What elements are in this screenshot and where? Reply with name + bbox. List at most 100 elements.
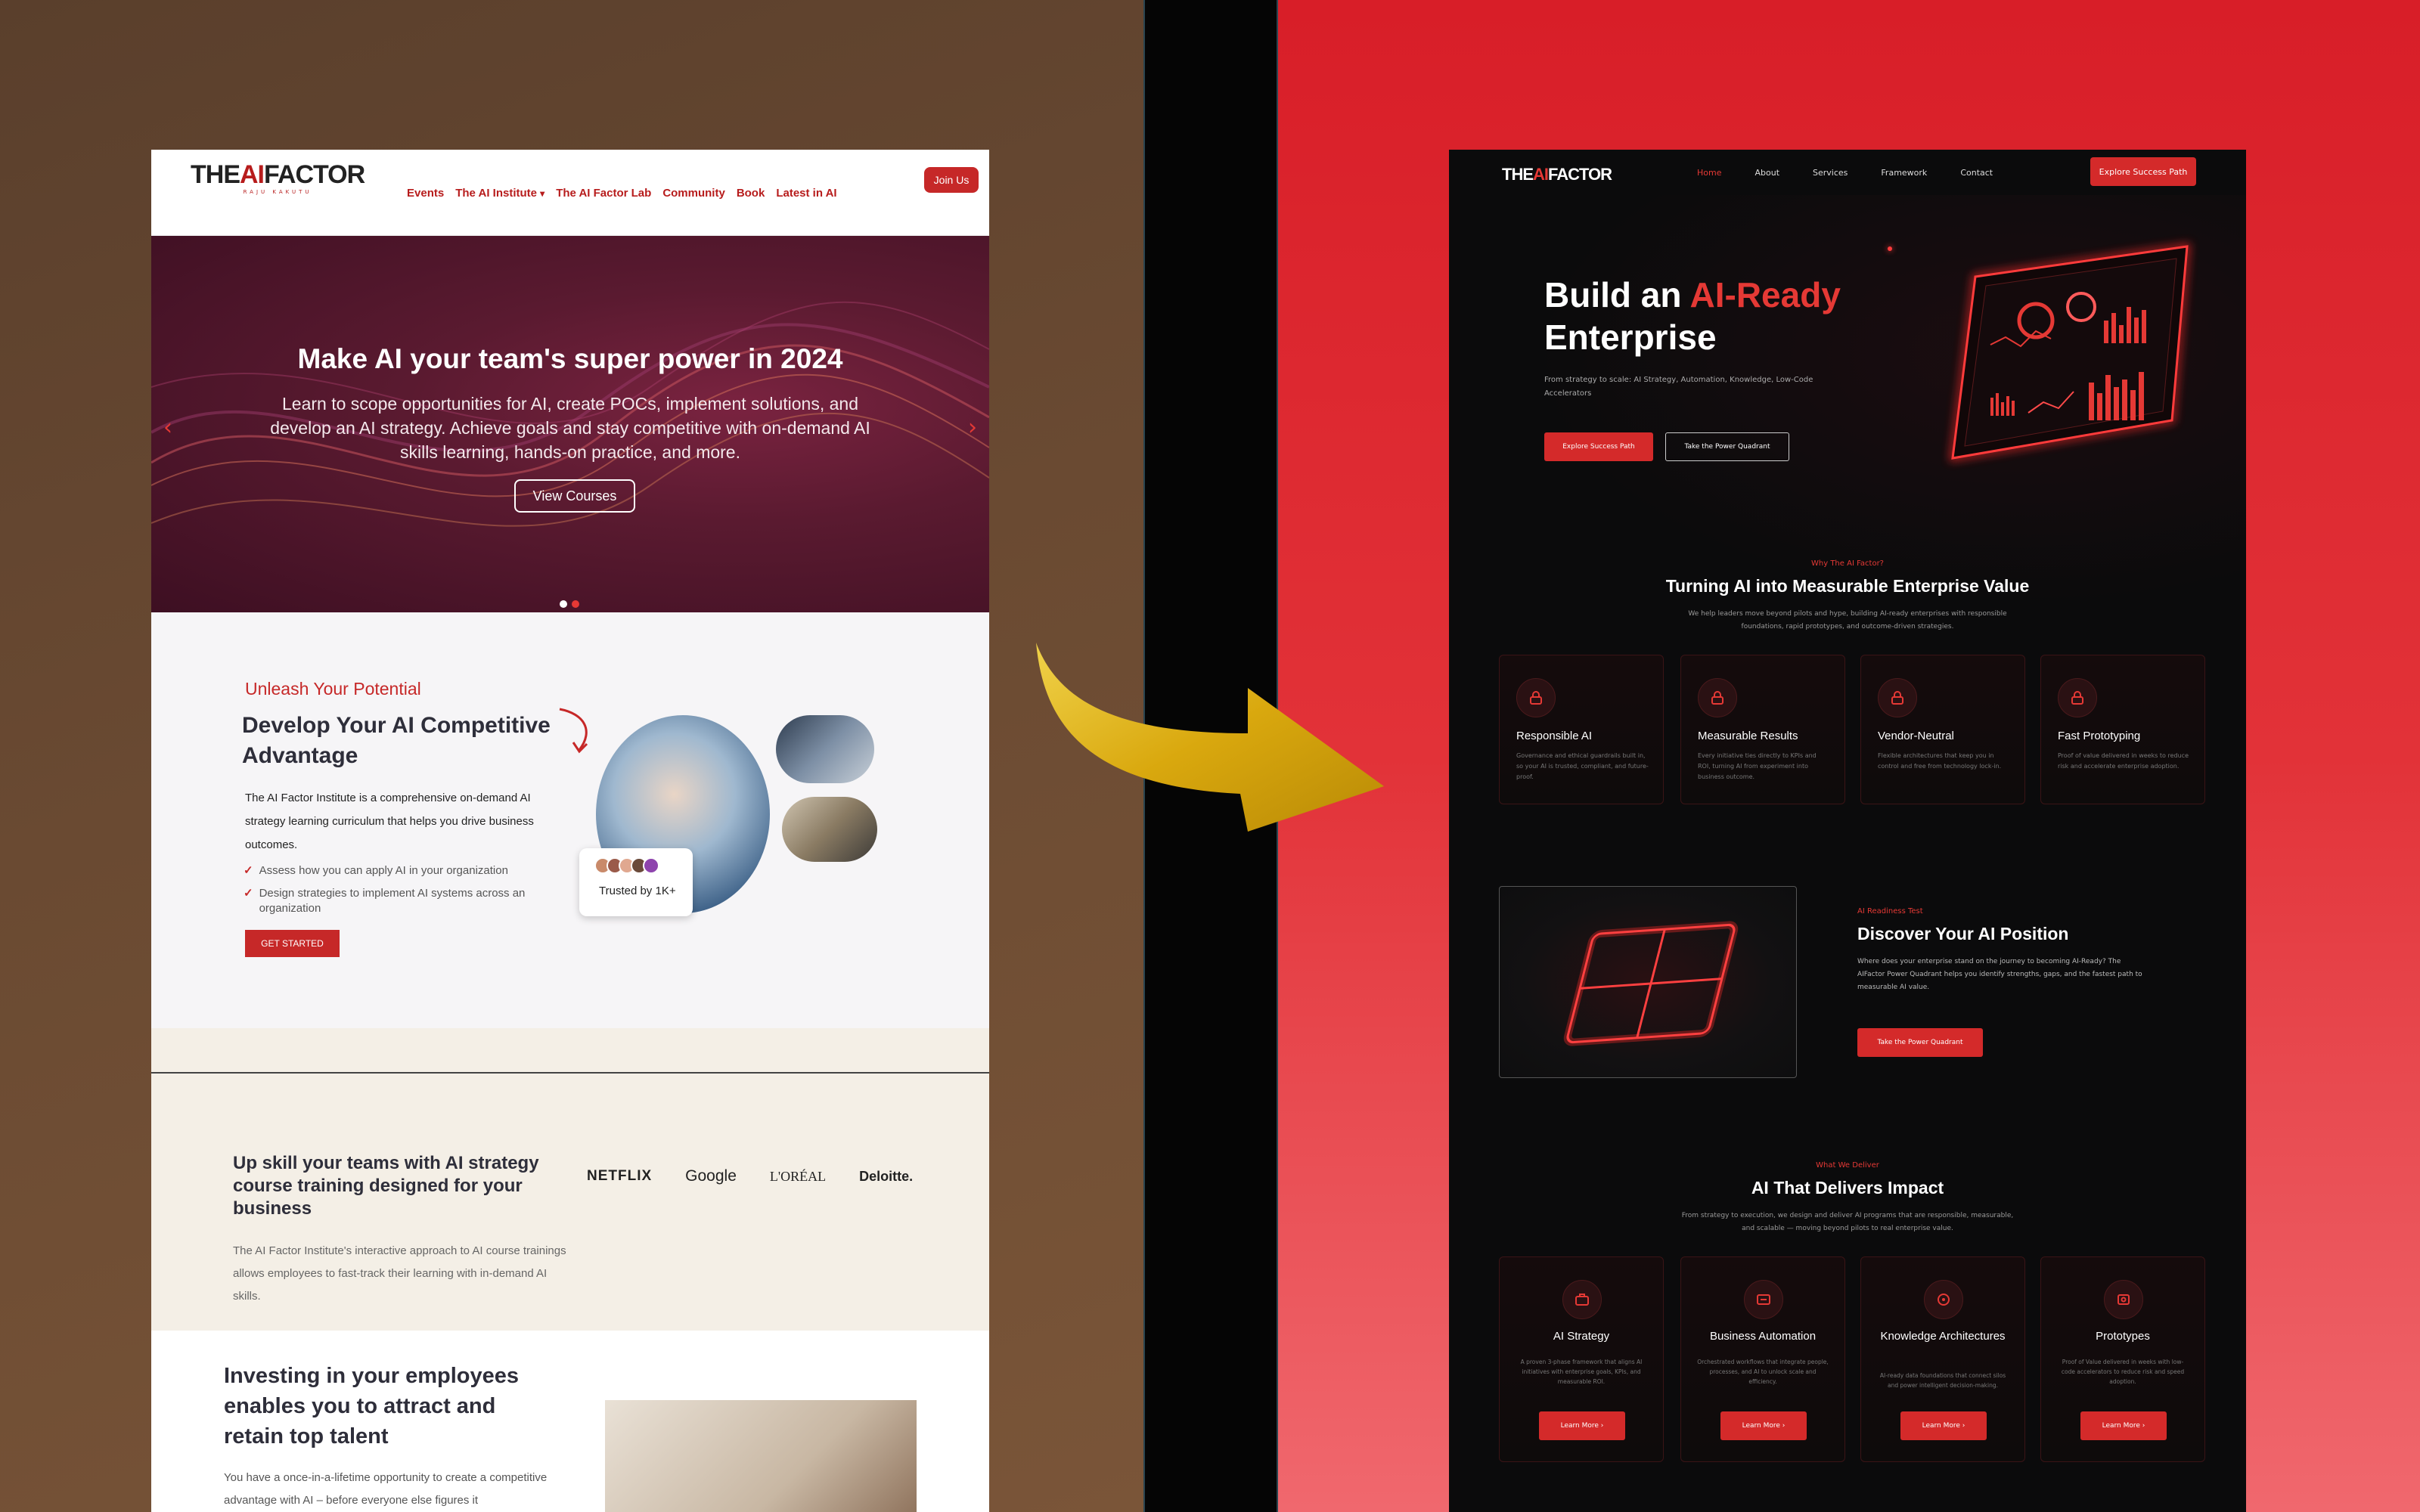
carousel-dot-1[interactable] (560, 600, 567, 608)
checklist-item: ✓ Design strategies to implement AI syste… (244, 886, 561, 916)
learn-more-button[interactable]: Learn More › (2080, 1411, 2167, 1440)
invest-section: Investing in your employees enables you … (151, 1331, 989, 1512)
lock-icon (1698, 678, 1737, 717)
client-logos: NETFLIX Google L'ORÉAL Deloitte. (587, 1167, 913, 1185)
transformation-arrow-icon (1036, 643, 1384, 832)
invest-text: You have a once-in-a-lifetime opportunit… (224, 1471, 548, 1507)
nav-latest-in-ai[interactable]: Latest in AI (776, 187, 836, 200)
hero-title-highlight: AI-Ready (1689, 275, 1841, 314)
google-logo: Google (685, 1167, 737, 1185)
service-card[interactable]: Knowledge Architectures AI-ready data fo… (1860, 1256, 2025, 1462)
old-hero-banner: Make AI your team's super power in 2024 … (151, 236, 989, 612)
logo-factor: FACTOR (264, 160, 365, 189)
nav-ai-institute[interactable]: The AI Institute ▾ (455, 187, 544, 200)
trusted-badge: Trusted by 1K+ (579, 848, 693, 916)
prototype-icon (2104, 1280, 2143, 1319)
lock-icon (1878, 678, 1917, 717)
nav-community[interactable]: Community (662, 187, 725, 200)
nav-services[interactable]: Services (1813, 168, 1848, 178)
get-started-button[interactable]: GET STARTED (245, 930, 340, 957)
checklist-text: Design strategies to implement AI system… (259, 887, 526, 915)
power-quadrant-image (1499, 886, 1797, 1078)
nav-events[interactable]: Events (407, 187, 444, 200)
why-eyebrow: Why The AI Factor? (1811, 559, 1884, 568)
card-text: Governance and ethical guardrails built … (1516, 752, 1649, 780)
hero-title: Make AI your team's super power in 2024 (297, 343, 843, 374)
card-text: Flexible architectures that keep you in … (1878, 752, 2002, 770)
dashboard-tablet-illustration (1949, 243, 2191, 462)
briefcase-icon (1562, 1280, 1602, 1319)
upskill-section: Up skill your teams with AI strategy cou… (151, 1074, 989, 1331)
carousel-dot-2[interactable] (572, 600, 579, 608)
card-title: Responsible AI (1516, 730, 1593, 742)
why-subtitle: We help leaders move beyond pilots and h… (1688, 610, 2007, 631)
loreal-logo: L'ORÉAL (769, 1168, 827, 1184)
learn-more-button[interactable]: Learn More › (1900, 1411, 1987, 1440)
hero-title-part2: Enterprise (1544, 318, 1717, 357)
join-us-button[interactable]: Join Us (924, 167, 979, 193)
workspace-photo-1 (776, 715, 874, 783)
take-power-quadrant-cta[interactable]: Take the Power Quadrant (1857, 1028, 1983, 1057)
card-text: Proof of Value delivered in weeks with l… (2061, 1359, 2185, 1385)
nav-ai-factor-lab[interactable]: The AI Factor Lab (556, 187, 651, 200)
checklist-text: Assess how you can apply AI in your orga… (259, 864, 508, 877)
carousel-next-icon[interactable]: › (968, 414, 977, 441)
accent-dot (1888, 246, 1892, 251)
lock-icon (2058, 678, 2097, 717)
position-eyebrow: AI Readiness Test (1857, 907, 1923, 916)
nav-about[interactable]: About (1754, 168, 1779, 178)
explore-success-path-button[interactable]: Explore Success Path (1544, 432, 1653, 461)
knowledge-icon (1924, 1280, 1963, 1319)
trusted-label: Trusted by 1K+ (599, 885, 676, 897)
lock-icon (1516, 678, 1556, 717)
new-navbar: THEAIFACTOR Home About Services Framewor… (1449, 150, 2246, 195)
netflix-logo: NETFLIX (587, 1168, 653, 1184)
why-card[interactable]: Fast Prototyping Proof of value delivere… (2040, 655, 2205, 804)
upskill-title: Up skill your teams with AI strategy cou… (233, 1153, 539, 1219)
new-website-mockup: THEAIFACTOR Home About Services Framewor… (1449, 150, 2246, 1512)
position-text: Where does your enterprise stand on the … (1857, 958, 2142, 991)
nav-home[interactable]: Home (1697, 168, 1721, 178)
nav-ai-institute-label: The AI Institute (455, 186, 537, 200)
nav-contact[interactable]: Contact (1960, 168, 1993, 178)
view-courses-button[interactable]: View Courses (514, 479, 635, 513)
section-text: The AI Factor Institute is a comprehensi… (245, 792, 534, 851)
chevron-down-icon: ▾ (540, 187, 545, 199)
card-title: Business Automation (1709, 1330, 1817, 1343)
old-nav-links: Events The AI Institute ▾ The AI Factor … (407, 169, 837, 216)
service-card[interactable]: AI Strategy A proven 3-phase framework t… (1499, 1256, 1664, 1462)
learn-more-button[interactable]: Learn More › (1539, 1411, 1625, 1440)
take-power-quadrant-button[interactable]: Take the Power Quadrant (1665, 432, 1789, 461)
hero-title-part1: Build an (1544, 275, 1690, 314)
section-title: Develop Your AI Competitive Advantage (242, 713, 551, 768)
nav-framework[interactable]: Framework (1881, 168, 1927, 178)
card-text: A proven 3-phase framework that aligns A… (1520, 1359, 1643, 1385)
service-card[interactable]: Business Automation Orchestrated workflo… (1680, 1256, 1845, 1462)
old-website-mockup: THEAIFACTOR RAJU KAKUTU Events The AI In… (151, 150, 989, 1512)
check-icon: ✓ (244, 864, 253, 877)
card-title: Prototypes (2096, 1330, 2150, 1343)
card-title: Knowledge Architectures (1880, 1330, 2006, 1343)
logo-ai: AI (240, 160, 265, 189)
logo-the: THE (1502, 165, 1534, 184)
new-logo[interactable]: THEAIFACTOR (1502, 165, 1612, 184)
section-eyebrow: Unleash Your Potential (245, 679, 421, 699)
workspace-photo-2 (782, 797, 877, 862)
logo-the: THE (191, 160, 240, 189)
explore-success-path-nav-button[interactable]: Explore Success Path (2090, 157, 2196, 186)
learn-more-button[interactable]: Learn More › (1720, 1411, 1807, 1440)
logo-subtitle: RAJU KAKUTU (243, 189, 312, 195)
service-card[interactable]: Prototypes Proof of Value delivered in w… (2040, 1256, 2205, 1462)
why-card[interactable]: Vendor-Neutral Flexible architectures th… (1860, 655, 2025, 804)
deliver-eyebrow: What We Deliver (1816, 1161, 1879, 1170)
nav-book[interactable]: Book (737, 187, 765, 200)
new-nav-links: Home About Services Framework Contact (1697, 168, 1993, 178)
why-card[interactable]: Measurable Results Every initiative ties… (1680, 655, 1845, 804)
invest-title: Investing in your employees enables you … (224, 1364, 519, 1448)
quadrant-grid-icon (1563, 921, 1739, 1046)
hero-text: Learn to scope opportunities for AI, cre… (270, 394, 870, 462)
old-navbar: THEAIFACTOR RAJU KAKUTU Events The AI In… (151, 150, 989, 236)
carousel-prev-icon[interactable]: ‹ (163, 414, 172, 441)
old-logo[interactable]: THEAIFACTOR RAJU KAKUTU (191, 162, 365, 195)
why-card[interactable]: Responsible AI Governance and ethical gu… (1499, 655, 1664, 804)
